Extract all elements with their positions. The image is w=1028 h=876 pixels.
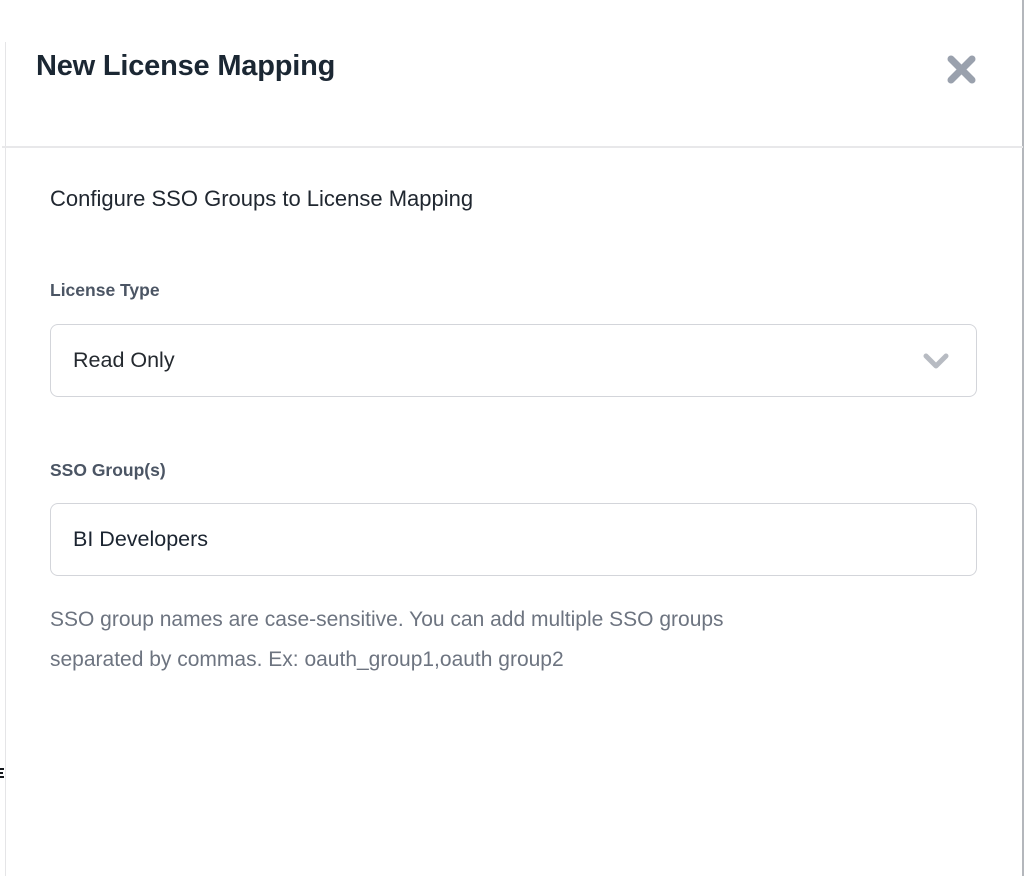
sso-groups-help-text: SSO group names are case-sensitive. You …	[50, 600, 950, 680]
modal-right-border	[1022, 0, 1024, 876]
sso-groups-input[interactable]	[51, 504, 976, 575]
clipped-list-icon-bar	[0, 772, 3, 774]
license-type-label: License Type	[50, 280, 160, 301]
chevron-down-icon	[923, 353, 949, 370]
clipped-list-icon-bar	[0, 776, 4, 778]
help-text-line1: SSO group names are case-sensitive. You …	[50, 600, 950, 640]
help-text-line2: separated by commas. Ex: oauth_group1,oa…	[50, 640, 950, 680]
close-button[interactable]	[941, 52, 981, 90]
modal-title: New License Mapping	[36, 50, 335, 83]
modal-header: New License Mapping	[6, 0, 1022, 146]
license-type-select[interactable]: Read Only	[50, 324, 977, 397]
close-icon	[946, 55, 977, 87]
sso-groups-label: SSO Group(s)	[50, 460, 166, 481]
modal-body: Configure SSO Groups to License Mapping …	[6, 148, 1022, 876]
new-license-mapping-modal: New License Mapping Configure SSO Groups…	[0, 0, 1028, 876]
sso-groups-field	[50, 503, 977, 576]
license-type-selected-value: Read Only	[73, 325, 175, 396]
configure-subtitle: Configure SSO Groups to License Mapping	[50, 186, 473, 212]
clipped-list-icon-bar	[0, 768, 4, 770]
